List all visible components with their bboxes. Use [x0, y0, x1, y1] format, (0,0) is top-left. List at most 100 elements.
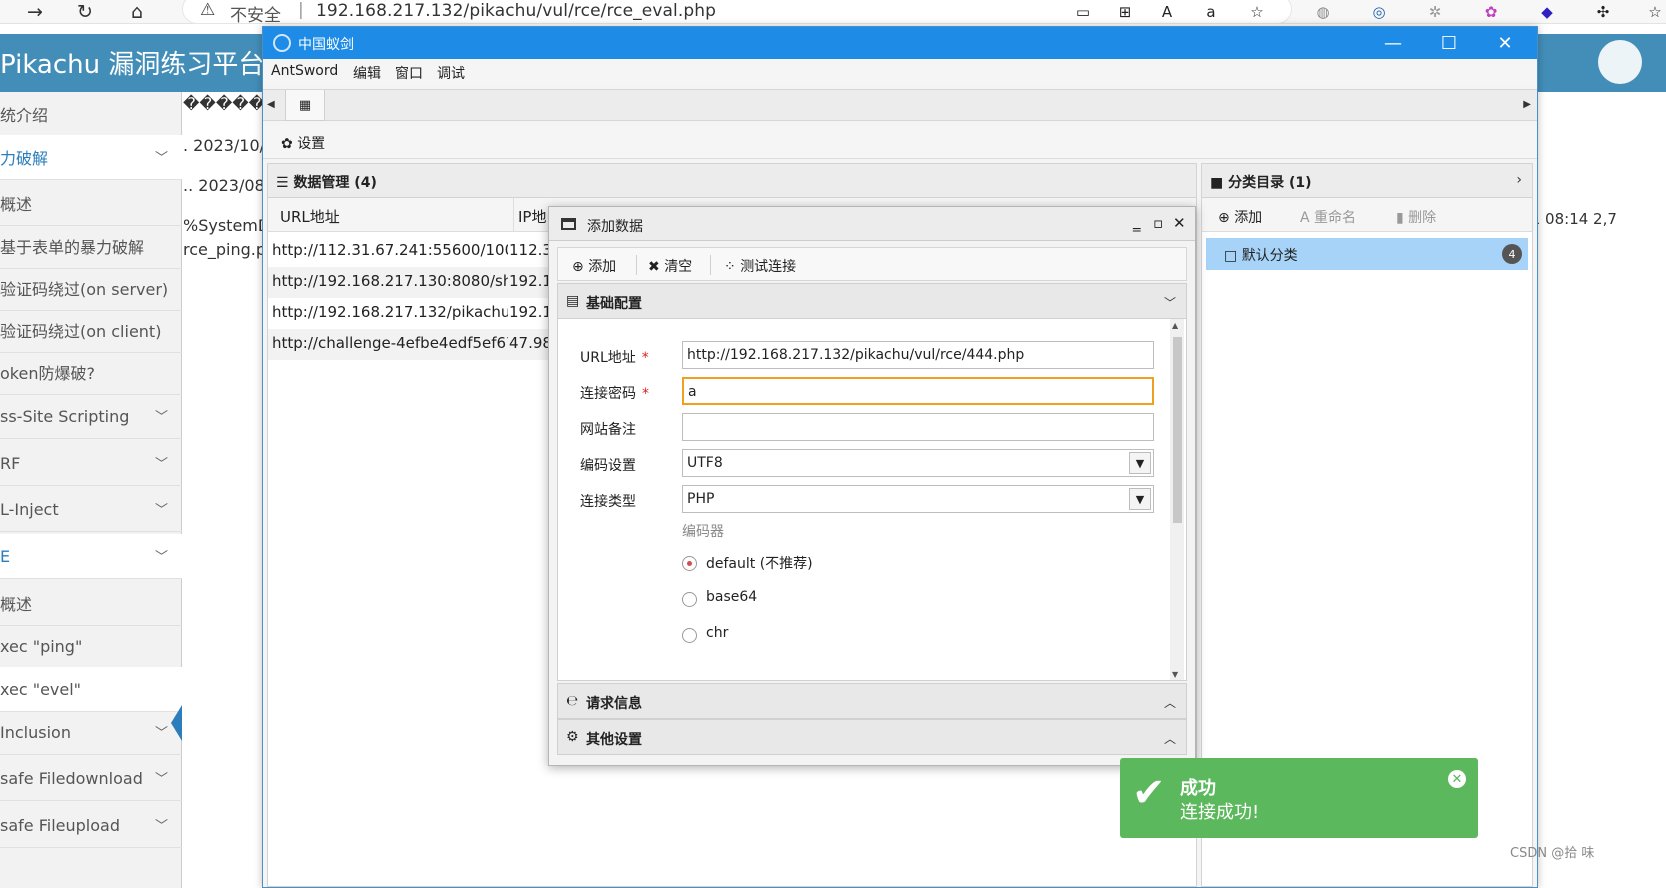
font-icon: A — [1300, 210, 1315, 226]
data-panel-title: ☰ 数据管理 (4) — [276, 172, 377, 192]
extension-circle-icon[interactable]: ◎ — [1368, 2, 1390, 22]
type-select[interactable]: PHP ▼ — [682, 485, 1154, 513]
spinner-icon: ⁘ — [724, 259, 741, 275]
dialog-titlebar[interactable]: 添加数据 ‗ ▫ ✕ — [549, 207, 1195, 241]
encoding-select[interactable]: UTF8 ▼ — [682, 449, 1154, 477]
menu-debug[interactable]: 调试 — [437, 63, 465, 83]
not-secure-label[interactable]: 不安全 — [230, 1, 281, 26]
scrollbar-thumb[interactable] — [1173, 337, 1182, 523]
sidebar-item[interactable]: 验证码绕过(on client) — [0, 308, 182, 353]
sidebar-item[interactable]: L-Inject ﹀ — [0, 487, 182, 532]
encoder-option-label[interactable]: default (不推荐) — [706, 553, 813, 573]
password-field[interactable]: a — [682, 377, 1154, 405]
favorite-add-icon[interactable]: ☆ — [1246, 2, 1268, 22]
category-delete-button[interactable]: ▮ 删除 — [1396, 207, 1436, 227]
dropdown-arrow-icon[interactable]: ▼ — [1129, 452, 1151, 474]
home-icon[interactable]: ⌂ — [124, 0, 150, 24]
back-icon[interactable]: → — [22, 0, 48, 24]
sidebar-item[interactable]: safe Fileupload ﹀ — [0, 803, 182, 848]
tab-scroll-left-icon[interactable]: ◀ — [267, 99, 275, 110]
tab-scroll-right-icon[interactable]: ▶ — [1523, 99, 1531, 110]
menu-edit[interactable]: 编辑 — [353, 63, 381, 83]
sidebar-item[interactable]: 力破解 ﹀ — [0, 135, 182, 180]
category-toolbar: ⊕ 添加 A 重命名 ▮ 删除 — [1202, 198, 1532, 232]
maximize-icon[interactable]: ▫ — [1153, 214, 1163, 232]
encoder-option-label[interactable]: chr — [706, 625, 728, 641]
toolbar-divider — [710, 255, 711, 275]
dropdown-arrow-icon[interactable]: ▼ — [1129, 488, 1151, 510]
required-mark: * — [641, 350, 649, 366]
sidebar-item[interactable]: ss-Site Scripting ﹀ — [0, 394, 182, 439]
sidebar-item[interactable]: safe Filedownload ﹀ — [0, 756, 182, 801]
scrollbar[interactable]: ▲ ▼ — [1170, 319, 1184, 680]
add-button[interactable]: ⊕ 添加 — [572, 256, 616, 276]
main-garbled-text: ����� — [183, 94, 266, 113]
scroll-down-icon[interactable]: ▼ — [1172, 670, 1178, 679]
data-panel-title-text: 数据管理 (4) — [293, 175, 377, 191]
encoder-radio-chr[interactable] — [682, 628, 697, 643]
tab-bar: ◀ ▦ ▶ — [263, 89, 1537, 121]
sidebar-item[interactable]: Inclusion ﹀ — [0, 710, 182, 755]
encoder-radio-default[interactable] — [682, 556, 697, 571]
tab-home[interactable]: ▦ — [285, 90, 325, 121]
sidebar-item[interactable]: 验证码绕过(on server) — [0, 266, 182, 311]
sidebar-item[interactable]: 概述 — [0, 181, 182, 226]
section-request-info[interactable]: ℮ 请求信息 ︿ — [557, 683, 1187, 719]
sidebar-item[interactable]: 统介绍 — [0, 92, 182, 137]
section-other-settings[interactable]: ⚙ 其他设置 ︿ — [557, 719, 1187, 755]
chevron-right-icon[interactable]: › — [1516, 172, 1522, 188]
sidebar-item-label: oken防爆破? — [0, 364, 95, 383]
sidebar-item[interactable]: xec "evel" — [0, 667, 182, 712]
extension-diamond-icon[interactable]: ◆ — [1536, 2, 1558, 22]
settings-button[interactable]: ✿ 设置 — [281, 133, 325, 153]
pikachu-title[interactable]: Pikachu 漏洞练习平台 — [0, 44, 264, 81]
window-titlebar[interactable]: 中国蚁剑 — ☐ ✕ — [263, 27, 1537, 59]
sidebar-item[interactable]: 基于表单的暴力破解 — [0, 224, 182, 269]
encoder-option-label[interactable]: base64 — [706, 589, 757, 605]
sidebar-item-label: 验证码绕过(on server) — [0, 280, 169, 299]
chevron-down-icon: ﹀ — [154, 726, 168, 741]
url-field[interactable]: http://192.168.217.132/pikachu/vul/rce/4… — [682, 341, 1154, 369]
sidebar-item[interactable]: E ﹀ — [0, 534, 182, 579]
warning-icon[interactable]: ⚠ — [200, 0, 215, 20]
category-rename-button[interactable]: A 重命名 — [1300, 207, 1356, 227]
close-icon[interactable]: ✕ — [1477, 27, 1533, 59]
clear-button[interactable]: ✖ 清空 — [648, 256, 692, 276]
menu-antsword[interactable]: AntSword — [271, 63, 338, 79]
menu-window[interactable]: 窗口 — [395, 63, 423, 83]
extension-settings-icon[interactable]: ✲ — [1424, 2, 1446, 22]
scroll-up-icon[interactable]: ▲ — [1172, 321, 1178, 330]
sidebar-item[interactable]: 概述 — [0, 581, 182, 626]
category-item[interactable]: □ 默认分类 4 — [1206, 238, 1528, 270]
minimize-icon[interactable]: ‗ — [1133, 214, 1141, 232]
column-divider[interactable] — [513, 198, 514, 232]
minimize-icon[interactable]: — — [1365, 27, 1421, 59]
sidebar-item[interactable]: oken防爆破? — [0, 350, 182, 395]
apps-icon[interactable]: ⊞ — [1114, 2, 1136, 22]
column-header-ip[interactable]: IP地 — [518, 206, 546, 227]
extensions-puzzle-icon[interactable]: ✣ — [1592, 2, 1614, 22]
close-icon[interactable]: ✕ — [1173, 214, 1186, 232]
favorites-icon[interactable]: ☆ — [1644, 2, 1666, 22]
url-text[interactable]: 192.168.217.132/pikachu/vul/rce/rce_eval… — [316, 1, 716, 21]
extension-globe-icon[interactable]: ◍ — [1312, 2, 1334, 22]
test-connection-button[interactable]: ⁘ 测试连接 — [724, 256, 796, 276]
refresh-icon[interactable]: ↻ — [72, 0, 98, 24]
screen-icon[interactable]: ▭ — [1072, 2, 1094, 22]
encoder-radio-base64[interactable] — [682, 592, 697, 607]
translate-icon[interactable]: a — [1200, 2, 1222, 22]
chevron-down-icon: ﹀ — [154, 457, 168, 472]
avatar[interactable] — [1598, 40, 1642, 84]
note-field[interactable] — [682, 413, 1154, 441]
sidebar-item[interactable]: xec "ping" — [0, 624, 182, 669]
maximize-icon[interactable]: ☐ — [1421, 27, 1477, 59]
sidebar-item-label: safe Fileupload — [0, 815, 120, 835]
sidebar-item[interactable]: RF ﹀ — [0, 441, 182, 486]
chevron-down-icon: ﹀ — [154, 151, 168, 166]
column-header-url[interactable]: URL地址 — [280, 206, 340, 227]
section-basic-config[interactable]: ▤ 基础配置 ﹀ — [557, 283, 1187, 319]
extension-brain-icon[interactable]: ✿ — [1480, 2, 1502, 22]
close-icon[interactable]: ✕ — [1448, 770, 1466, 788]
read-aloud-icon[interactable]: A — [1156, 2, 1178, 22]
category-add-button[interactable]: ⊕ 添加 — [1218, 207, 1262, 227]
